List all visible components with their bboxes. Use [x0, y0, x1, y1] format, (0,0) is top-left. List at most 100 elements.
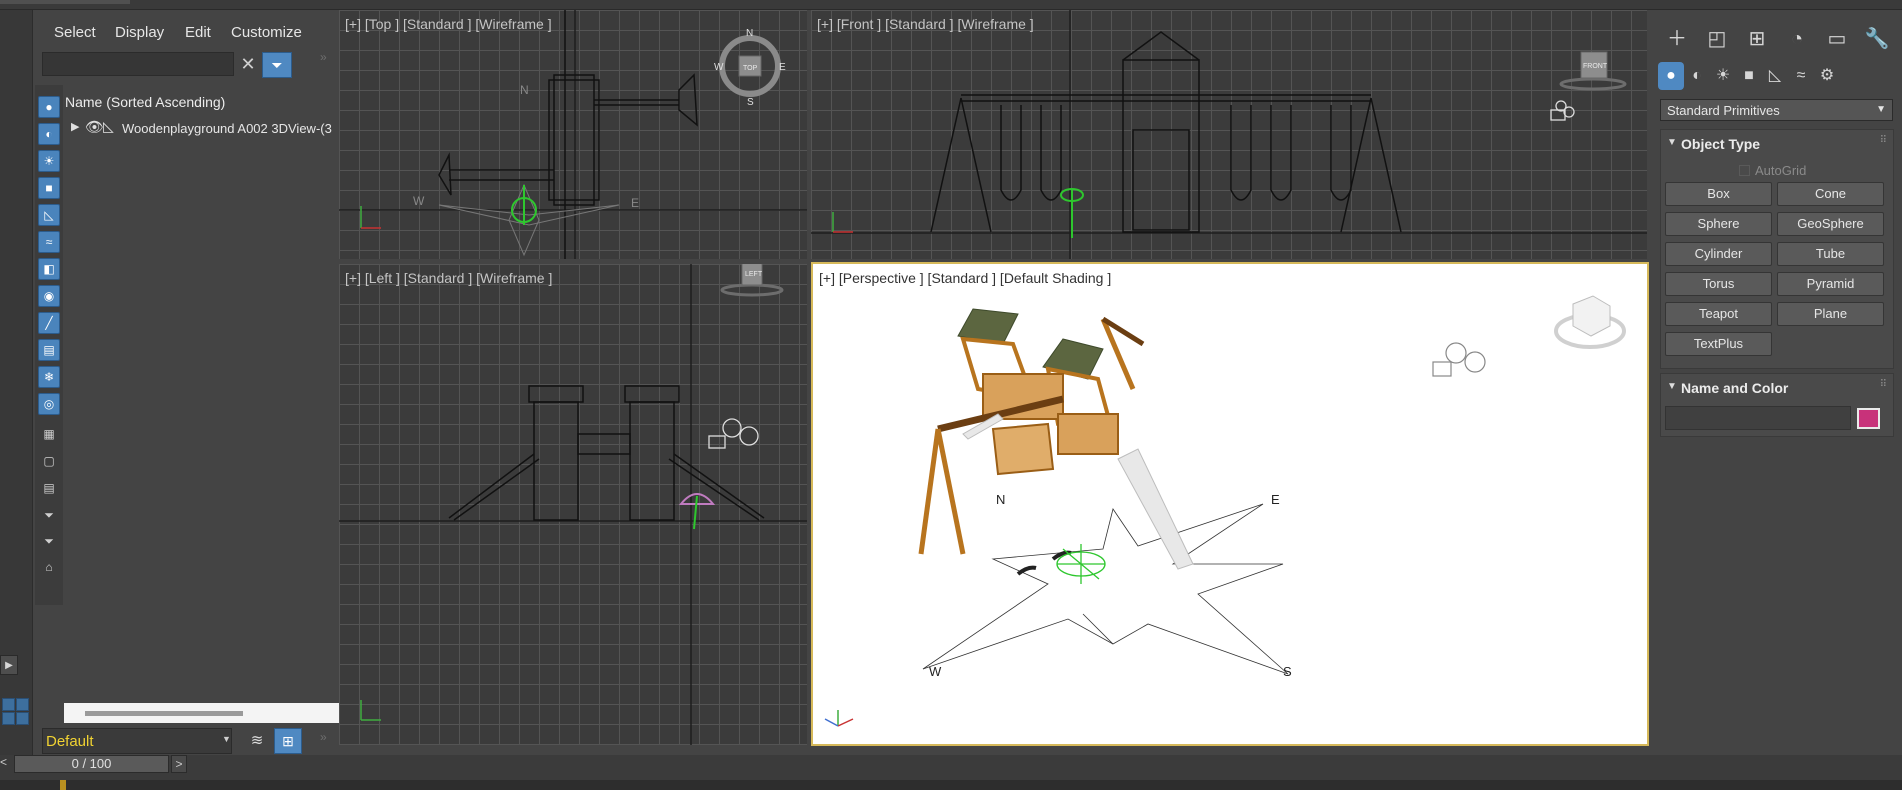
- viewport-top[interactable]: [+] [Top ] [Standard ] [Wireframe ] TOP …: [339, 10, 807, 259]
- containers-filter-icon[interactable]: ▤: [38, 339, 60, 361]
- bridge-wireframe: [577, 433, 631, 455]
- scene-explorer: Select Display Edit Customize ✕ ⏷ » ● ◐ …: [34, 10, 366, 755]
- rollout-title[interactable]: Object Type: [1681, 136, 1760, 152]
- next-frame-icon[interactable]: >: [171, 755, 187, 773]
- helpers-filter-icon[interactable]: ◺: [38, 204, 60, 226]
- time-slider[interactable]: 0 / 100: [14, 755, 169, 773]
- menu-customize[interactable]: Customize: [231, 24, 302, 41]
- create-tab-icon[interactable]: ＋: [1659, 24, 1695, 54]
- helpers-icon[interactable]: ◺: [1762, 62, 1788, 90]
- expand-arrow-icon[interactable]: ▶: [0, 655, 18, 675]
- shapes-filter-icon[interactable]: ◐: [38, 123, 60, 145]
- trackbar[interactable]: [0, 780, 1902, 790]
- display-none-icon[interactable]: ▢: [38, 451, 60, 473]
- display-all-icon[interactable]: ▦: [38, 424, 60, 446]
- viewport-perspective[interactable]: [+] [Perspective ] [Standard ] [Default …: [811, 262, 1649, 746]
- sphere-button[interactable]: Sphere: [1665, 212, 1772, 236]
- viewport-front[interactable]: [+] [Front ] [Standard ] [Wireframe ] FR…: [811, 10, 1647, 259]
- swing-chain: [1230, 105, 1252, 201]
- rollout-pin-icon[interactable]: ⠿: [1880, 379, 1887, 390]
- bones-filter-icon[interactable]: ╱: [38, 312, 60, 334]
- grid-layout-icon[interactable]: [0, 696, 30, 736]
- chevron-down-icon[interactable]: ▼: [222, 734, 231, 744]
- filter-icon[interactable]: ⏷: [38, 531, 60, 553]
- torus-button[interactable]: Torus: [1665, 272, 1772, 296]
- rollout-pin-icon[interactable]: ⠿: [1880, 135, 1887, 146]
- autogrid-checkbox[interactable]: AutoGrid: [1739, 163, 1806, 178]
- plane-button[interactable]: Plane: [1777, 302, 1884, 326]
- autogrid-label: AutoGrid: [1755, 163, 1807, 178]
- funnel-icon[interactable]: ⏷: [38, 505, 60, 527]
- menu-select[interactable]: Select: [54, 24, 96, 41]
- eye-icon[interactable]: 👁: [85, 118, 104, 136]
- teapot-button[interactable]: Teapot: [1665, 302, 1772, 326]
- lights-icon[interactable]: ☀: [1710, 62, 1736, 90]
- spacewarps-filter-icon[interactable]: ≈: [38, 231, 60, 253]
- grid-cell: [2, 698, 15, 711]
- cameras-filter-icon[interactable]: ■: [38, 177, 60, 199]
- panel-expand-icon[interactable]: »: [320, 730, 327, 744]
- hidden-filter-icon[interactable]: ◎: [38, 393, 60, 415]
- horizontal-scrollbar[interactable]: [64, 703, 366, 723]
- compass-s-label: S: [1283, 664, 1292, 679]
- display-tab-icon[interactable]: ▭: [1819, 24, 1855, 54]
- cameras-icon[interactable]: ■: [1736, 62, 1762, 90]
- geosphere-button[interactable]: GeoSphere: [1777, 212, 1884, 236]
- geometry-filter-icon[interactable]: ●: [38, 96, 60, 118]
- viewcube[interactable]: [1572, 295, 1611, 337]
- object-name-field[interactable]: [1665, 406, 1851, 430]
- compass-w-label: W: [714, 62, 724, 73]
- panel-expand-icon[interactable]: »: [320, 50, 327, 64]
- box-button[interactable]: Box: [1665, 182, 1772, 206]
- list-item[interactable]: ▶ 👁 ◺ Woodenplayground A002 3DView-(3: [65, 118, 365, 138]
- hierarchy-tab-icon[interactable]: ⊞: [1739, 24, 1775, 54]
- menu-edit[interactable]: Edit: [185, 24, 211, 41]
- modify-tab-icon[interactable]: ◰: [1699, 24, 1735, 54]
- roof-wireframe: [1122, 31, 1200, 61]
- systems-icon[interactable]: ⚙: [1814, 62, 1840, 90]
- layer-dropdown[interactable]: Default: [42, 728, 232, 754]
- viewport-left[interactable]: [+] [Left ] [Standard ] [Wireframe ] LEF…: [339, 264, 807, 745]
- shapes-icon[interactable]: ◐: [1684, 62, 1710, 90]
- lights-filter-icon[interactable]: ☀: [38, 150, 60, 172]
- spacewarps-icon[interactable]: ≈: [1788, 62, 1814, 90]
- collapse-triangle-icon[interactable]: ▼: [1667, 137, 1677, 148]
- slide-wireframe: [673, 453, 765, 519]
- invert-display-icon[interactable]: ▤: [38, 478, 60, 500]
- a-frame-leg: [1340, 97, 1372, 233]
- menu-display[interactable]: Display: [115, 24, 164, 41]
- primitive-category-dropdown[interactable]: Standard Primitives ▼: [1660, 99, 1893, 121]
- filter-toggle-button[interactable]: ⏷: [262, 52, 292, 78]
- previous-frame-icon[interactable]: <: [0, 755, 10, 773]
- utilities-tab-icon[interactable]: 🔧: [1859, 24, 1895, 54]
- viewcube-face-label: LEFT: [745, 271, 763, 278]
- top-toolbar-strip: [0, 0, 1902, 10]
- scrollbar-thumb[interactable]: [85, 711, 243, 716]
- xrefs-filter-icon[interactable]: ◉: [38, 285, 60, 307]
- layers-stack-icon[interactable]: ≋: [244, 728, 270, 754]
- a-frame-leg: [930, 97, 962, 233]
- geometry-icon[interactable]: ●: [1658, 62, 1684, 90]
- tube-button[interactable]: Tube: [1777, 242, 1884, 266]
- collapse-triangle-icon[interactable]: ▼: [1667, 381, 1677, 392]
- viewcube-ring[interactable]: [1559, 77, 1627, 91]
- frozen-filter-icon[interactable]: ❄: [38, 366, 60, 388]
- time-slider-bar: < 0 / 100 >: [0, 755, 1902, 780]
- compass-n-label: N: [996, 492, 1005, 507]
- cylinder-button[interactable]: Cylinder: [1665, 242, 1772, 266]
- rollout-title[interactable]: Name and Color: [1681, 380, 1788, 396]
- object-color-swatch[interactable]: [1857, 408, 1880, 429]
- expand-triangle-icon[interactable]: ▶: [71, 120, 79, 133]
- motion-tab-icon[interactable]: ◔: [1779, 24, 1815, 54]
- hierarchy-toggle-button[interactable]: ⊞: [274, 728, 302, 754]
- search-input[interactable]: [42, 52, 234, 76]
- pyramid-button[interactable]: Pyramid: [1777, 272, 1884, 296]
- textplus-button[interactable]: TextPlus: [1665, 332, 1772, 356]
- clear-search-icon[interactable]: ✕: [238, 54, 258, 74]
- sort-column-header[interactable]: Name (Sorted Ascending): [65, 94, 225, 110]
- groups-filter-icon[interactable]: ◧: [38, 258, 60, 280]
- current-frame-marker[interactable]: [60, 780, 66, 790]
- cone-button[interactable]: Cone: [1777, 182, 1884, 206]
- layers-icon[interactable]: ⌂: [38, 557, 60, 579]
- viewcube-ring[interactable]: [720, 283, 784, 297]
